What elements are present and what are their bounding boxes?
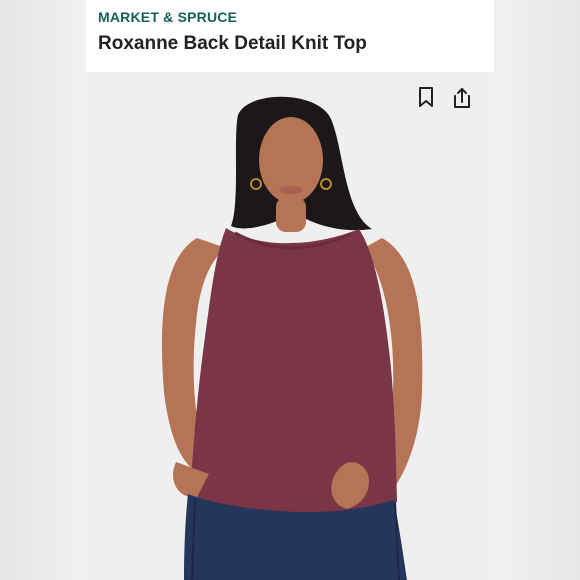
right-background	[494, 0, 580, 580]
share-icon	[454, 88, 470, 108]
product-image[interactable]	[86, 72, 494, 580]
product-title: Roxanne Back Detail Knit Top	[98, 33, 367, 54]
model-photo	[86, 72, 494, 580]
share-icon[interactable]	[452, 86, 476, 110]
bookmark-icon[interactable]	[417, 86, 441, 110]
product-header: MARKET & SPRUCE Roxanne Back Detail Knit…	[86, 0, 494, 72]
left-background	[0, 0, 86, 580]
brand-name[interactable]: MARKET & SPRUCE	[98, 9, 237, 25]
product-card: MARKET & SPRUCE Roxanne Back Detail Knit…	[86, 0, 494, 580]
bookmark-icon	[419, 87, 433, 107]
